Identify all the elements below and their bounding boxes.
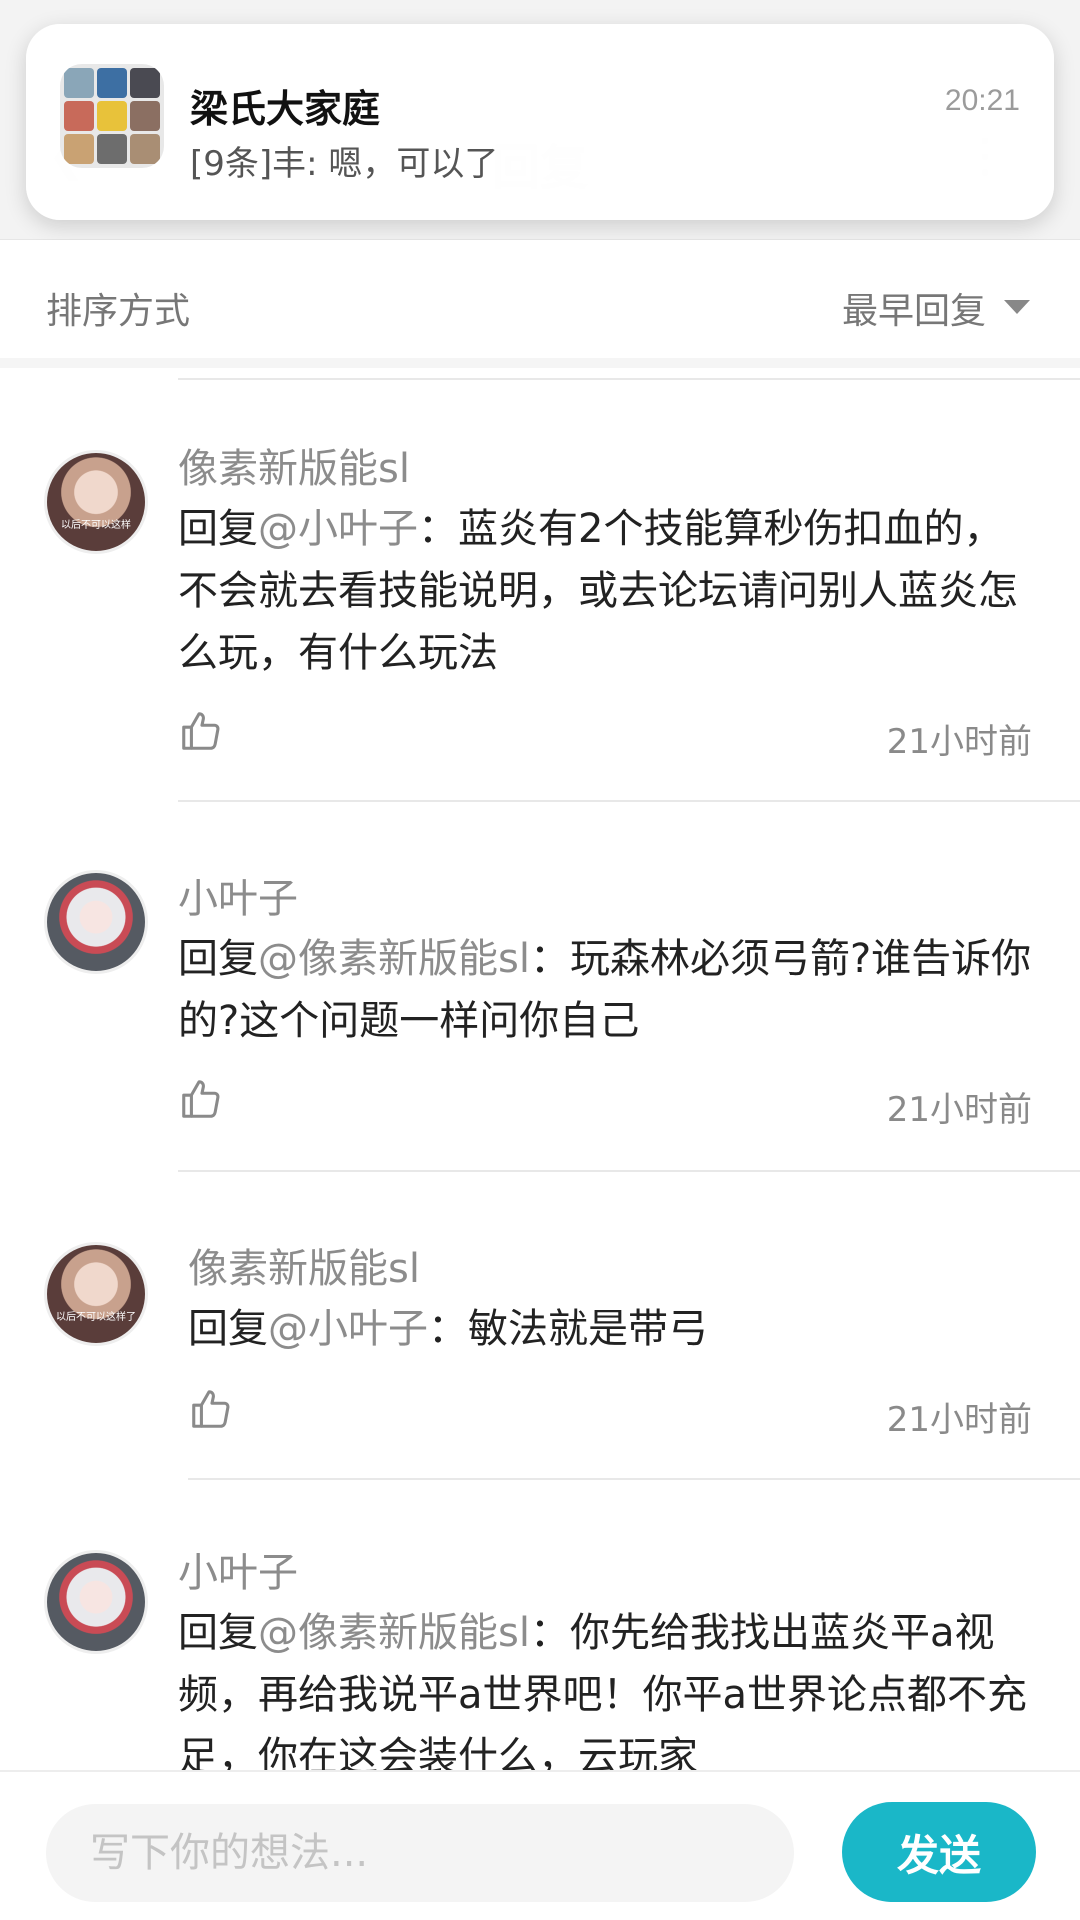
reply-author[interactable]: 像素新版能sl: [178, 436, 410, 494]
like-icon[interactable]: [178, 1076, 224, 1122]
mention-link[interactable]: @像素新版能sl: [258, 936, 530, 982]
reply-author[interactable]: 小叶子: [178, 1540, 298, 1598]
notification-title: 梁氏大家庭: [190, 87, 381, 131]
caret-down-icon[interactable]: [1004, 300, 1030, 314]
sort-label: 排序方式: [46, 291, 191, 332]
reply-time: 21小时前: [886, 722, 1032, 762]
notification-banner[interactable]: 梁氏大家庭 20:21 [9条]丰: 嗯，可以了: [26, 24, 1054, 220]
reply-content: 回复@像素新版能sl：玩森林必须弓箭?谁告诉你的?这个问题一样问你自己: [178, 936, 1032, 1044]
divider: [178, 1170, 1080, 1172]
reply-composer: 发送: [0, 1770, 1080, 1920]
avatar[interactable]: [44, 870, 148, 974]
notification-message: [9条]丰: 嗯，可以了: [190, 144, 499, 184]
reply-input[interactable]: [46, 1804, 794, 1902]
reply-content: 回复@小叶子：敏法就是带弓: [188, 1306, 708, 1352]
like-icon[interactable]: [178, 708, 224, 754]
reply-author[interactable]: 小叶子: [178, 866, 298, 924]
divider: [178, 800, 1080, 802]
reply-screen: ❮ 回复 ⋮ 梁氏大家庭 20:21 [9条]丰: 嗯，可以了 排序方式 最早回…: [0, 0, 1080, 1920]
reply-time: 21小时前: [886, 1090, 1032, 1130]
avatar[interactable]: 以后不可以这样: [44, 450, 148, 554]
like-icon[interactable]: [188, 1386, 234, 1432]
mention-link[interactable]: @小叶子: [268, 1306, 428, 1352]
avatar[interactable]: 以后不可以这样了: [44, 1242, 148, 1346]
reply-content: 回复@像素新版能sl：你先给我找出蓝炎平a视频，再给我说平a世界吧！你平a世界论…: [178, 1610, 1028, 1780]
divider: [178, 378, 1080, 380]
mention-link[interactable]: @像素新版能sl: [258, 1610, 530, 1656]
sort-dropdown[interactable]: 最早回复: [842, 282, 986, 334]
group-avatar: [60, 64, 164, 168]
notification-time: 20:21: [944, 84, 1020, 117]
reply-time: 21小时前: [886, 1400, 1032, 1440]
mention-link[interactable]: @小叶子: [258, 506, 418, 552]
sort-bar: 排序方式 最早回复: [0, 240, 1080, 368]
send-button[interactable]: 发送: [842, 1802, 1036, 1902]
reply-author[interactable]: 像素新版能sl: [188, 1236, 420, 1294]
avatar[interactable]: [44, 1550, 148, 1654]
divider: [188, 1478, 1080, 1480]
reply-content: 回复@小叶子：蓝炎有2个技能算秒伤扣血的，不会就去看技能说明，或去论坛请问别人蓝…: [178, 506, 1018, 676]
